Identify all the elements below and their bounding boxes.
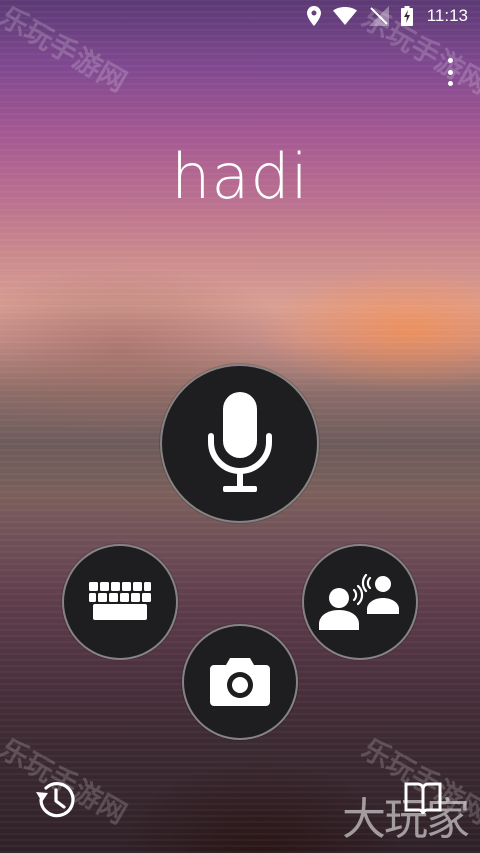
- status-time: 11:13: [426, 6, 468, 25]
- signal-off-icon: [368, 6, 389, 26]
- microphone-icon: [207, 391, 272, 492]
- overflow-menu-icon[interactable]: [442, 58, 458, 86]
- history-button[interactable]: [34, 778, 78, 822]
- phrasebook-button[interactable]: [404, 780, 442, 816]
- menu-dot: [447, 58, 453, 63]
- camera-button[interactable]: [182, 624, 298, 740]
- wifi-icon: [332, 7, 357, 25]
- conversation-icon: [319, 574, 399, 630]
- status-bar: 11:13: [0, 0, 480, 32]
- battery-charging-icon: [400, 6, 413, 26]
- keyboard-icon: [89, 582, 151, 620]
- conversation-button[interactable]: [302, 544, 418, 660]
- location-icon: [306, 6, 321, 26]
- phrasebook-icon: [404, 782, 442, 815]
- menu-dot: [447, 81, 453, 86]
- microphone-button[interactable]: [160, 364, 319, 523]
- menu-dot: [447, 69, 453, 75]
- camera-icon: [210, 658, 270, 706]
- history-icon: [36, 782, 75, 818]
- page-title: hadi: [171, 140, 309, 213]
- keyboard-button[interactable]: [62, 544, 178, 660]
